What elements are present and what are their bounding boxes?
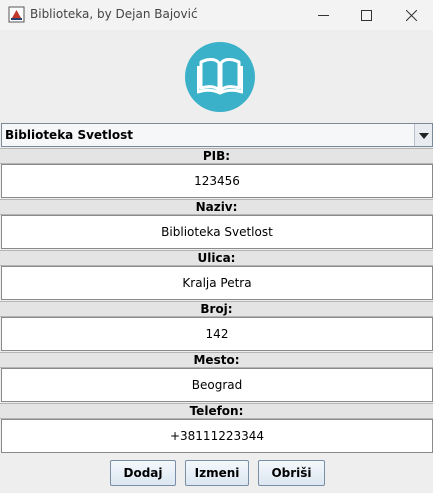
library-select[interactable]: Biblioteka Svetlost — [1, 123, 433, 147]
maximize-button[interactable] — [343, 0, 389, 30]
izmeni-button[interactable]: Izmeni — [185, 460, 249, 486]
telefon-label: Telefon: — [0, 403, 433, 419]
dodaj-button[interactable]: Dodaj — [110, 460, 176, 486]
obrisi-button[interactable]: Obriši — [258, 460, 325, 486]
java-app-icon — [8, 6, 25, 23]
close-button[interactable] — [388, 0, 433, 30]
app-window: Biblioteka, by Dejan Bajović Biblioteka … — [0, 0, 433, 493]
telefon-field[interactable]: +38111223344 — [1, 419, 433, 453]
pib-label: PIB: — [0, 148, 433, 164]
minimize-button[interactable] — [300, 0, 346, 30]
minimize-icon — [317, 10, 329, 21]
title-bar: Biblioteka, by Dejan Bajović — [0, 0, 433, 30]
library-select-value: Biblioteka Svetlost — [5, 128, 134, 142]
library-logo — [185, 42, 255, 112]
naziv-field[interactable]: Biblioteka Svetlost — [1, 215, 433, 249]
broj-field[interactable]: 142 — [1, 317, 433, 351]
open-book-icon — [196, 56, 244, 99]
ulica-label: Ulica: — [0, 250, 433, 266]
naziv-label: Naziv: — [0, 199, 433, 215]
maximize-icon — [360, 9, 372, 21]
window-title: Biblioteka, by Dejan Bajović — [30, 7, 198, 21]
mesto-label: Mesto: — [0, 352, 433, 368]
ulica-field[interactable]: Kralja Petra — [1, 266, 433, 300]
broj-label: Broj: — [0, 301, 433, 317]
dropdown-arrow-button[interactable] — [414, 124, 432, 146]
mesto-field[interactable]: Beograd — [1, 368, 433, 402]
close-icon — [405, 9, 417, 21]
pib-field[interactable]: 123456 — [1, 164, 433, 198]
chevron-down-icon — [418, 128, 429, 142]
